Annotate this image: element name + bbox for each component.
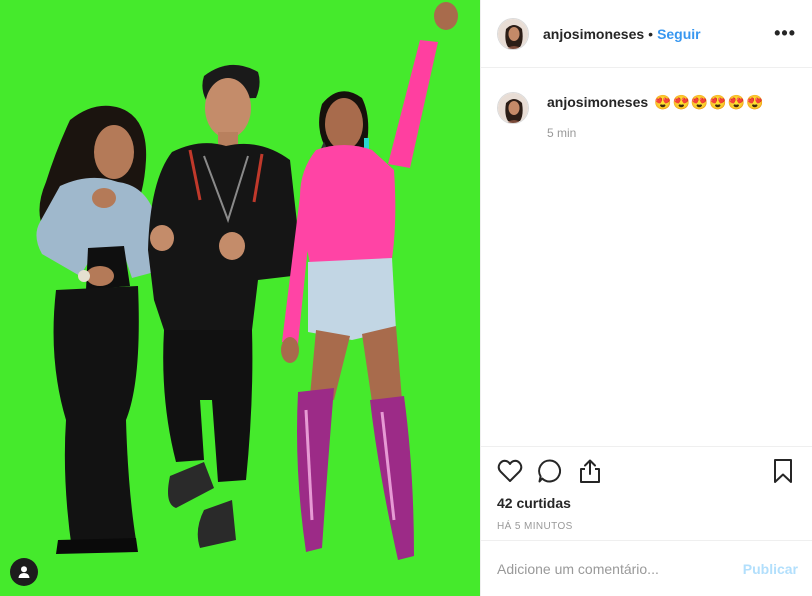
posted-time[interactable]: HÁ 5 MINUTOS <box>497 521 796 532</box>
instagram-post: anjosimoneses • Seguir ••• anjosimoneses <box>0 0 812 596</box>
caption-username[interactable]: anjosimoneses <box>547 94 648 110</box>
caption-text: 😍😍😍😍😍😍 <box>654 94 765 110</box>
comment-input[interactable] <box>497 560 743 577</box>
caption-avatar[interactable] <box>497 92 529 124</box>
photo-illustration <box>36 2 458 560</box>
caption-time[interactable]: 5 min <box>547 126 765 140</box>
likes-count[interactable]: 42 curtidas <box>497 495 796 511</box>
add-comment-bar: Publicar <box>481 540 812 596</box>
post-header: anjosimoneses • Seguir ••• <box>481 0 812 68</box>
action-icons-row <box>497 457 796 485</box>
header-username[interactable]: anjosimoneses <box>543 26 644 42</box>
avatar-image <box>498 18 528 49</box>
caption-line: anjosimoneses 😍😍😍😍😍😍 <box>547 93 765 111</box>
post-photo[interactable] <box>0 0 480 596</box>
separator-dot: • <box>648 25 654 42</box>
person-icon <box>18 566 30 578</box>
comment-icon[interactable] <box>537 458 563 484</box>
post-actions: 42 curtidas HÁ 5 MINUTOS <box>481 446 812 540</box>
tagged-people-button[interactable] <box>10 558 38 586</box>
bookmark-icon[interactable] <box>770 458 796 484</box>
caption-comment: anjosimoneses 😍😍😍😍😍😍 5 min <box>497 92 796 140</box>
post-side-panel: anjosimoneses • Seguir ••• anjosimoneses <box>480 0 812 596</box>
publish-button[interactable]: Publicar <box>743 561 798 577</box>
share-icon[interactable] <box>577 458 603 484</box>
heart-icon[interactable] <box>497 458 523 484</box>
caption-body: anjosimoneses 😍😍😍😍😍😍 5 min <box>547 92 765 140</box>
more-options-icon[interactable]: ••• <box>774 23 796 44</box>
follow-button[interactable]: Seguir <box>657 26 701 42</box>
avatar-image <box>498 93 528 123</box>
avatar[interactable] <box>497 17 529 50</box>
comments-section: anjosimoneses 😍😍😍😍😍😍 5 min <box>481 68 812 446</box>
